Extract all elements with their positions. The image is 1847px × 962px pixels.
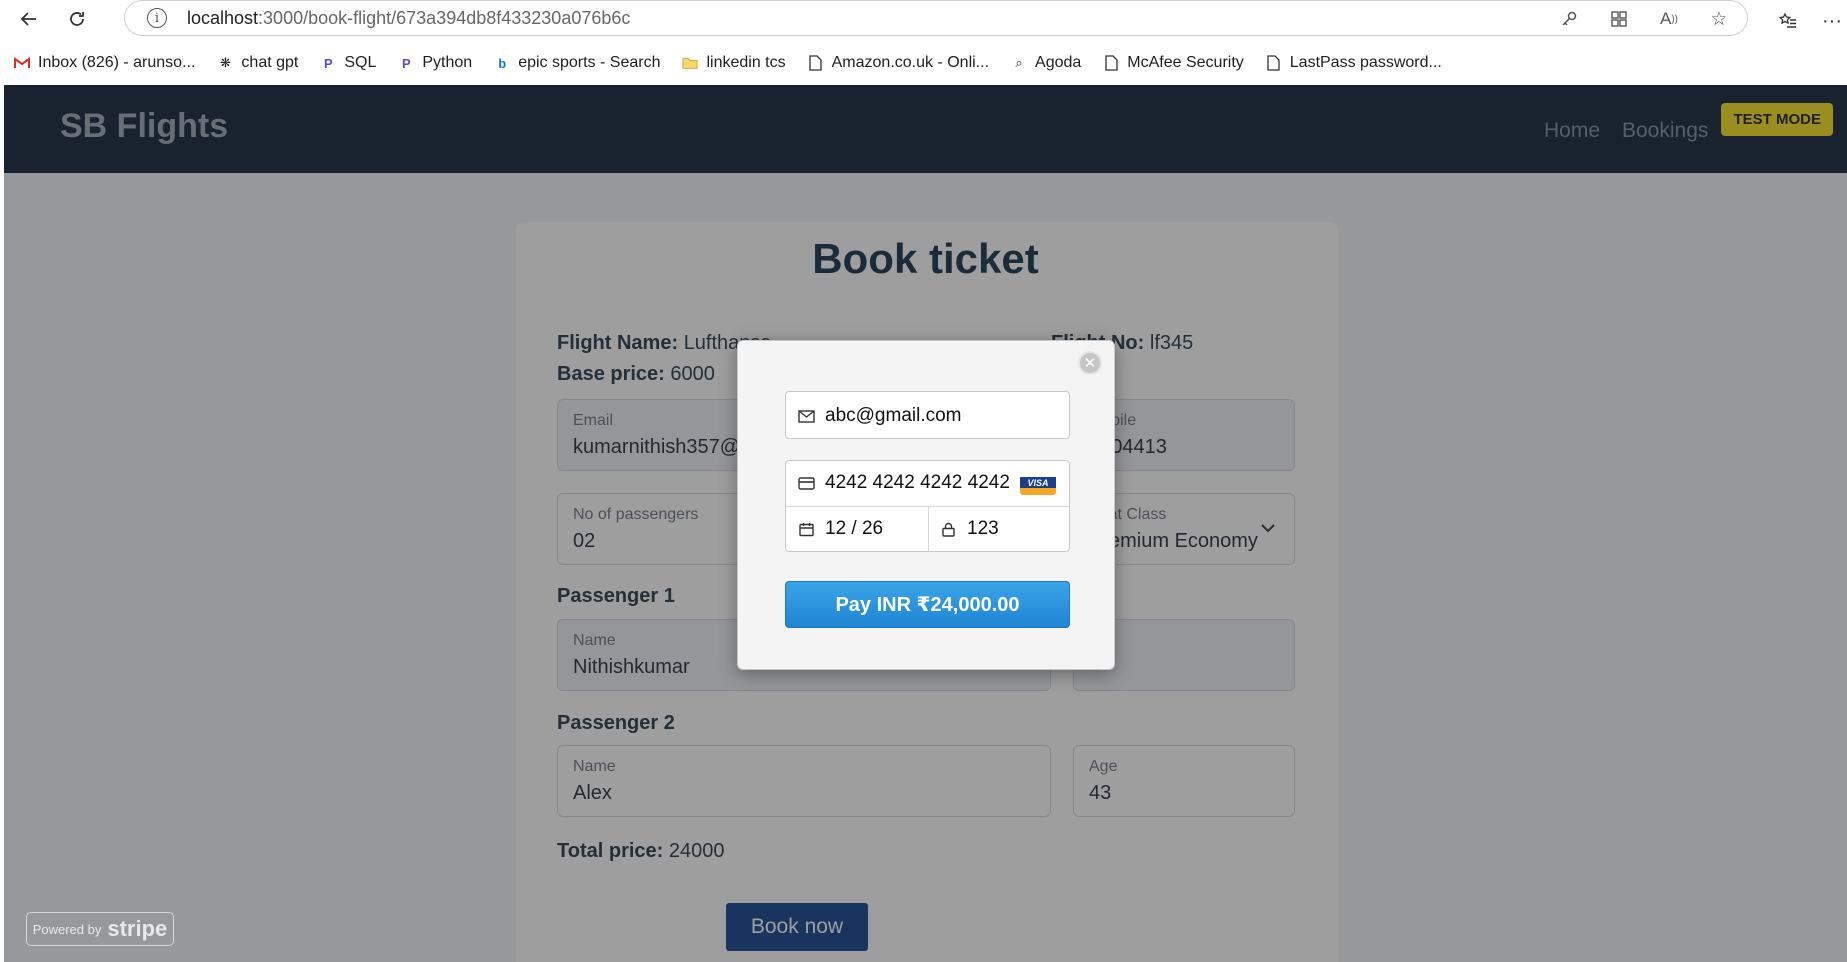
bookmark-amazon[interactable]: Amazon.co.uk - Onli... xyxy=(808,54,989,72)
bookmark-label: Python xyxy=(422,54,473,71)
bookmarks-bar: Inbox (826) - arunso... ❋ chat gpt P SQL… xyxy=(0,44,1847,82)
url-text[interactable]: localhost:3000/book-flight/673a394db8f43… xyxy=(187,8,630,29)
bookmark-sql[interactable]: P SQL xyxy=(320,54,376,72)
bookmark-label: Amazon.co.uk - Onli... xyxy=(831,54,990,71)
gmail-icon xyxy=(14,55,30,71)
url-host: localhost xyxy=(187,7,259,28)
card-number-value: 4242 4242 4242 4242 xyxy=(825,472,1010,493)
card-details-group: 4242 4242 4242 4242 VISA 12 / 26 123 xyxy=(785,460,1070,552)
bookmark-python[interactable]: P Python xyxy=(398,54,472,72)
pay-button[interactable]: Pay INR ₹24,000.00 xyxy=(785,581,1070,628)
read-aloud-icon[interactable]: A)) xyxy=(1655,5,1683,33)
page-icon xyxy=(1266,55,1282,71)
bookmark-inbox[interactable]: Inbox (826) - arunso... xyxy=(14,54,195,72)
page-viewport: SB Flights Home Bookings TEST MODE Book … xyxy=(4,85,1847,962)
folder-icon xyxy=(682,55,699,71)
openai-icon: ❋ xyxy=(219,55,231,70)
bookmark-label: Agoda xyxy=(1035,54,1082,71)
stripe-logo: stripe xyxy=(107,916,168,941)
bookmark-label: chat gpt xyxy=(241,54,299,71)
powered-by-stripe-badge[interactable]: Powered by stripe xyxy=(26,912,174,946)
agoda-icon: ⌕ xyxy=(1015,55,1023,70)
key-icon[interactable] xyxy=(1555,5,1583,33)
close-icon[interactable]: ✕ xyxy=(1078,351,1102,375)
visa-card-icon: VISA xyxy=(1020,471,1056,495)
bookmark-epic-sports[interactable]: b epic sports - Search xyxy=(494,54,660,72)
site-info-icon[interactable]: i xyxy=(147,8,167,28)
calendar-icon xyxy=(797,521,815,537)
bookmark-mcafee[interactable]: McAfee Security xyxy=(1103,54,1244,72)
bookmark-chatgpt[interactable]: ❋ chat gpt xyxy=(217,54,298,72)
stripe-checkout-modal: ✕ abc@gmail.com 4242 4242 4242 4242 VISA xyxy=(737,340,1115,670)
page-icon xyxy=(808,55,824,71)
perplexity-icon: P xyxy=(402,55,411,71)
bookmark-label: epic sports - Search xyxy=(518,54,661,71)
perplexity-icon: P xyxy=(324,55,333,71)
card-cvc-value: 123 xyxy=(967,518,999,539)
bookmark-label: Inbox (826) - arunso... xyxy=(38,54,196,71)
bookmark-label: McAfee Security xyxy=(1127,54,1244,71)
checkout-email-input[interactable]: abc@gmail.com xyxy=(785,391,1070,439)
lock-icon xyxy=(939,521,957,537)
bookmark-agoda[interactable]: ⌕ Agoda xyxy=(1011,54,1081,72)
more-menu-icon[interactable]: ··· xyxy=(1817,6,1847,36)
favorite-star-icon[interactable]: ☆ xyxy=(1705,5,1733,33)
checkout-email-value: abc@gmail.com xyxy=(825,405,962,426)
card-expiry-input[interactable]: 12 / 26 xyxy=(786,516,928,542)
bookmark-label: linkedin tcs xyxy=(706,54,786,71)
bookmark-lastpass[interactable]: LastPass password... xyxy=(1266,54,1442,72)
back-arrow-icon[interactable] xyxy=(14,4,44,34)
bing-icon: b xyxy=(498,55,507,71)
visa-brand-text: VISA xyxy=(1027,478,1049,488)
card-expiry-value: 12 / 26 xyxy=(825,518,884,539)
browser-toolbar: i localhost:3000/book-flight/673a394db8f… xyxy=(0,0,1847,38)
url-path: :3000/book-flight/673a394db8f433230a076b… xyxy=(258,7,631,28)
bookmark-label: LastPass password... xyxy=(1289,54,1442,71)
apps-icon[interactable] xyxy=(1605,5,1633,33)
bookmark-linkedin-tcs[interactable]: linkedin tcs xyxy=(682,54,786,72)
powered-by-text: Powered by xyxy=(32,921,102,937)
card-cvc-input[interactable]: 123 xyxy=(928,516,1070,542)
reload-icon[interactable] xyxy=(62,4,92,34)
bookmark-label: SQL xyxy=(344,54,377,71)
address-bar[interactable]: i localhost:3000/book-flight/673a394db8f… xyxy=(124,0,1748,36)
credit-card-icon xyxy=(797,475,815,491)
page-icon xyxy=(1103,55,1119,71)
favorites-icon[interactable] xyxy=(1773,6,1803,36)
envelope-icon xyxy=(797,408,815,424)
